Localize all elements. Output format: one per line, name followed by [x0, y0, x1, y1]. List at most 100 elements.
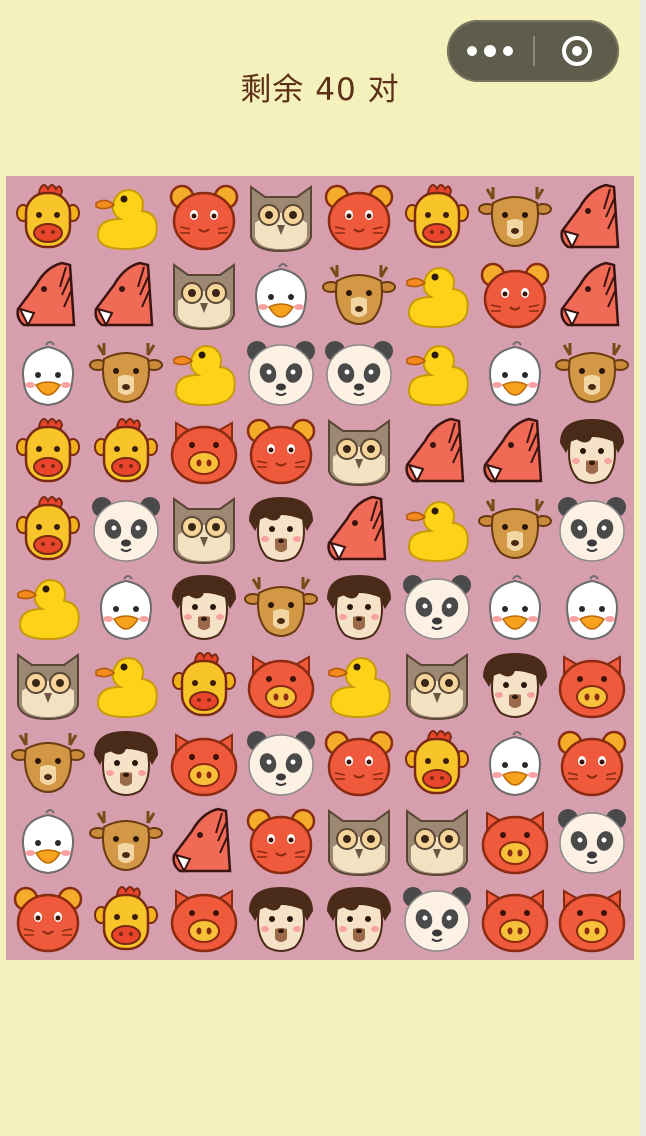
tile-mouse[interactable] [321, 179, 397, 255]
tile-chick[interactable] [10, 803, 86, 879]
tile-deer[interactable] [88, 803, 164, 879]
tile-chick[interactable] [10, 335, 86, 411]
tile-dog[interactable] [243, 491, 319, 567]
tile-owl[interactable] [321, 803, 397, 879]
panda-icon [247, 731, 316, 796]
tile-owl[interactable] [10, 647, 86, 723]
tile-pig[interactable] [554, 881, 630, 957]
tile-horse[interactable] [554, 179, 630, 255]
tile-panda[interactable] [399, 569, 475, 645]
rooster-icon [16, 184, 80, 249]
dog-icon [482, 653, 547, 718]
tile-owl[interactable] [321, 413, 397, 489]
tile-horse[interactable] [166, 803, 242, 879]
tile-duck[interactable] [399, 491, 475, 567]
tile-horse[interactable] [10, 257, 86, 333]
tile-panda[interactable] [554, 803, 630, 879]
tile-rooster[interactable] [88, 413, 164, 489]
tile-panda[interactable] [321, 335, 397, 411]
panda-icon [558, 809, 627, 874]
tile-chick[interactable] [477, 335, 553, 411]
more-dots-icon-center [484, 45, 496, 57]
tile-dog[interactable] [166, 569, 242, 645]
tile-deer[interactable] [88, 335, 164, 411]
tile-pig[interactable] [243, 647, 319, 723]
tile-rooster[interactable] [88, 881, 164, 957]
duck-icon [406, 267, 469, 329]
tile-owl[interactable] [166, 491, 242, 567]
tile-chick[interactable] [477, 725, 553, 801]
tile-dog[interactable] [243, 881, 319, 957]
tile-duck[interactable] [88, 647, 164, 723]
mouse-icon [480, 262, 549, 329]
tile-duck[interactable] [399, 257, 475, 333]
tile-horse[interactable] [321, 491, 397, 567]
dog-icon [249, 497, 314, 562]
tile-horse[interactable] [88, 257, 164, 333]
tile-deer[interactable] [321, 257, 397, 333]
tile-rooster[interactable] [10, 413, 86, 489]
tile-horse[interactable] [477, 413, 553, 489]
tile-deer[interactable] [10, 725, 86, 801]
tile-rooster[interactable] [399, 725, 475, 801]
mouse-icon [324, 184, 394, 251]
tile-dog[interactable] [321, 881, 397, 957]
tile-mouse[interactable] [10, 881, 86, 957]
more-dots-icon-right [503, 46, 513, 56]
tile-pig[interactable] [166, 725, 242, 801]
tile-duck[interactable] [321, 647, 397, 723]
tile-panda[interactable] [243, 335, 319, 411]
tile-panda[interactable] [399, 881, 475, 957]
rooster-icon [93, 886, 158, 951]
tile-dog[interactable] [321, 569, 397, 645]
owl-icon [405, 653, 468, 721]
tile-owl[interactable] [399, 803, 475, 879]
tile-deer[interactable] [554, 335, 630, 411]
tile-chick[interactable] [243, 257, 319, 333]
tile-owl[interactable] [166, 257, 242, 333]
tile-pig[interactable] [554, 647, 630, 723]
tile-deer[interactable] [477, 179, 553, 255]
deer-icon [244, 577, 319, 637]
tile-rooster[interactable] [399, 179, 475, 255]
tile-mouse[interactable] [243, 803, 319, 879]
tile-owl[interactable] [399, 647, 475, 723]
tile-rooster[interactable] [10, 179, 86, 255]
tile-rooster[interactable] [10, 491, 86, 567]
tile-deer[interactable] [243, 569, 319, 645]
tile-mouse[interactable] [554, 725, 630, 801]
tile-deer[interactable] [477, 491, 553, 567]
mouse-icon [324, 730, 394, 797]
tile-duck[interactable] [166, 335, 242, 411]
horse-icon [560, 183, 620, 250]
tile-dog[interactable] [554, 413, 630, 489]
tile-owl[interactable] [243, 179, 319, 255]
dog-icon [171, 575, 236, 640]
tile-duck[interactable] [10, 569, 86, 645]
tile-horse[interactable] [554, 257, 630, 333]
tile-panda[interactable] [88, 491, 164, 567]
deer-icon [88, 343, 163, 403]
tile-mouse[interactable] [243, 413, 319, 489]
duck-icon [17, 579, 80, 641]
tile-chick[interactable] [477, 569, 553, 645]
tile-dog[interactable] [88, 725, 164, 801]
tile-horse[interactable] [399, 413, 475, 489]
tile-chick[interactable] [554, 569, 630, 645]
tile-pig[interactable] [166, 881, 242, 957]
tile-mouse[interactable] [166, 179, 242, 255]
tile-chick[interactable] [88, 569, 164, 645]
tile-duck[interactable] [399, 335, 475, 411]
tile-pig[interactable] [477, 803, 553, 879]
tile-pig[interactable] [166, 413, 242, 489]
chick-icon [566, 575, 619, 641]
tile-duck[interactable] [88, 179, 164, 255]
tile-mouse[interactable] [477, 257, 553, 333]
tile-panda[interactable] [554, 491, 630, 567]
tile-rooster[interactable] [166, 647, 242, 723]
tile-pig[interactable] [477, 881, 553, 957]
tile-mouse[interactable] [321, 725, 397, 801]
panda-icon [402, 575, 471, 640]
tile-dog[interactable] [477, 647, 553, 723]
tile-panda[interactable] [243, 725, 319, 801]
